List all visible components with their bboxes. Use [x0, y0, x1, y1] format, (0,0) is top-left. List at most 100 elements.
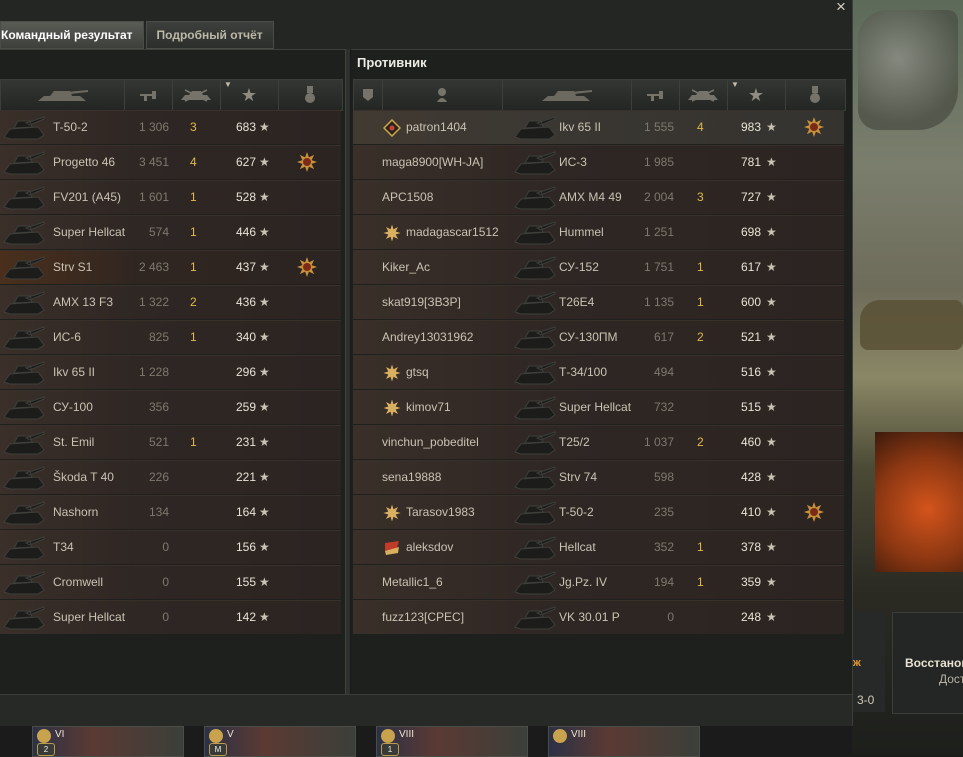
ally-row[interactable]: Ikv 65 II 1 228 296 ★: [0, 355, 341, 389]
vehicle-silhouette-icon: [3, 291, 45, 315]
medal-icon[interactable]: [804, 502, 824, 522]
col-squad[interactable]: [354, 80, 383, 110]
ally-row[interactable]: Progetto 46 3 451 4 627 ★: [0, 145, 341, 179]
kills-value: 3: [190, 120, 197, 134]
kills-value: 1: [190, 330, 197, 344]
player-name[interactable]: aleksdov: [406, 531, 453, 564]
col-damage[interactable]: [124, 80, 173, 110]
ally-row[interactable]: СУ-100 356 259 ★: [0, 390, 341, 424]
enemy-row[interactable]: patron1404 Ikv 65 II 1 555 4 983 ★: [353, 110, 844, 144]
vehicle-name: T-50-2: [559, 505, 594, 519]
xp-value: 296: [235, 365, 256, 379]
damage-value: 0: [162, 540, 169, 554]
medal-icon[interactable]: [804, 117, 824, 137]
xp-star-icon: ★: [766, 575, 777, 589]
kills-value: 1: [697, 575, 704, 589]
xp-star-icon: ★: [766, 400, 777, 414]
xp-star-icon: ★: [259, 295, 270, 309]
enemy-row[interactable]: aleksdov Hellcat 352 1 378 ★: [353, 530, 844, 564]
ally-row[interactable]: T-50-2 1 306 3 683 ★: [0, 110, 341, 144]
col-medals-enemy[interactable]: [785, 80, 845, 110]
carousel-vehicle-card[interactable]: VM: [204, 726, 356, 757]
ally-row[interactable]: Nashorn 134 164 ★: [0, 495, 341, 529]
col-kills-enemy[interactable]: [679, 80, 728, 110]
tab-team-result[interactable]: Командный результат: [0, 21, 144, 49]
close-icon[interactable]: ×: [836, 0, 846, 17]
player-name[interactable]: vinchun_pobeditel: [382, 426, 479, 459]
damage-value: 1 601: [138, 190, 169, 204]
damage-value: 598: [653, 470, 674, 484]
rank-diamond-icon: [383, 119, 401, 137]
xp-value: 617: [740, 260, 761, 274]
player-name[interactable]: maga8900[WH-JA]: [382, 146, 483, 179]
ally-row[interactable]: AMX 13 F3 1 322 2 436 ★: [0, 285, 341, 319]
carousel-vehicle-card[interactable]: VIII: [548, 726, 700, 757]
xp-value: 528: [235, 190, 256, 204]
medal-icon[interactable]: [297, 257, 317, 277]
col-vehicle-enemy[interactable]: [502, 80, 632, 110]
xp-star-icon: ★: [766, 225, 777, 239]
player-name[interactable]: Metallic1_6: [382, 566, 443, 599]
enemy-rows: patron1404 Ikv 65 II 1 555 4 983 ★ maga8900[WH…: [353, 110, 844, 635]
enemy-row[interactable]: Metallic1_6 Jg.Pz. IV 194 1 359 ★: [353, 565, 844, 599]
damage-value: 226: [148, 470, 169, 484]
player-name[interactable]: APC1508: [382, 181, 433, 214]
tab-detailed-report[interactable]: Подробный отчёт: [145, 21, 274, 49]
col-xp[interactable]: ▼ ★: [220, 80, 279, 110]
xp-value: 410: [740, 505, 761, 519]
enemy-row[interactable]: Andrey13031962 СУ-130ПМ 617 2 521 ★: [353, 320, 844, 354]
xp-value: 359: [740, 575, 761, 589]
player-name[interactable]: fuzz123[CPEC]: [382, 601, 464, 634]
player-name[interactable]: Andrey13031962: [382, 321, 473, 354]
enemy-row[interactable]: skat919[ЗВЗР] T26E4 1 135 1 600 ★: [353, 285, 844, 319]
col-kills[interactable]: [172, 80, 221, 110]
vehicle-name: Strv S1: [53, 260, 93, 274]
col-player[interactable]: [382, 80, 503, 110]
enemy-row[interactable]: maga8900[WH-JA] ИС-3 1 985 781 ★: [353, 145, 844, 179]
damage-value: 1 751: [643, 260, 674, 274]
player-name[interactable]: sena19888: [382, 461, 441, 494]
ally-row[interactable]: Super Hellcat 574 1 446 ★: [0, 215, 341, 249]
player-name[interactable]: kimov71: [406, 391, 451, 424]
damage-value: 352: [653, 540, 674, 554]
vehicle-carousel: VI 2 V M VIII 1 VIII: [0, 726, 852, 757]
col-vehicle[interactable]: [1, 80, 125, 110]
player-name[interactable]: Tarasov1983: [406, 496, 475, 529]
ally-row[interactable]: FV201 (A45) 1 601 1 528 ★: [0, 180, 341, 214]
player-name[interactable]: gtsq: [406, 356, 429, 389]
ally-row[interactable]: Strv S1 2 463 1 437 ★: [0, 250, 341, 284]
ally-row[interactable]: Škoda T 40 226 221 ★: [0, 460, 341, 494]
medal-icon[interactable]: [297, 152, 317, 172]
col-xp-enemy[interactable]: ▼ ★: [727, 80, 786, 110]
ally-row[interactable]: T34 0 156 ★: [0, 530, 341, 564]
player-name[interactable]: madagascar1512: [406, 216, 499, 249]
ally-row[interactable]: ИС-6 825 1 340 ★: [0, 320, 341, 354]
ally-row[interactable]: Super Hellcat 0 142 ★: [0, 600, 341, 634]
ally-row[interactable]: St. Emil 521 1 231 ★: [0, 425, 341, 459]
enemy-row[interactable]: vinchun_pobeditel T25/2 1 037 2 460 ★: [353, 425, 844, 459]
carousel-vehicle-card[interactable]: VI 2: [32, 726, 184, 757]
ally-row[interactable]: Cromwell 0 155 ★: [0, 565, 341, 599]
col-damage-enemy[interactable]: [631, 80, 680, 110]
enemy-row[interactable]: kimov71 Super Hellcat 732 515 ★: [353, 390, 844, 424]
player-name[interactable]: skat919[ЗВЗР]: [382, 286, 461, 319]
col-medals[interactable]: [278, 80, 342, 110]
player-name[interactable]: Kiker_Ac: [382, 251, 430, 284]
xp-star-icon: ★: [259, 505, 270, 519]
rank-star-icon: [383, 504, 401, 522]
enemy-row[interactable]: sena19888 Strv 74 598 428 ★: [353, 460, 844, 494]
carousel-vehicle-card[interactable]: VIII 1: [376, 726, 528, 757]
enemy-row[interactable]: gtsq Т-34/100 494 516 ★: [353, 355, 844, 389]
enemy-row[interactable]: fuzz123[CPEC] VK 30.01 P 0 248 ★: [353, 600, 844, 634]
restore-panel[interactable]: Восстанов Дост: [892, 612, 963, 714]
enemy-row[interactable]: APC1508 AMX M4 49 2 004 3 727 ★: [353, 180, 844, 214]
xp-value: 142: [235, 610, 256, 624]
enemy-row[interactable]: madagascar1512 Hummel 1 251 698 ★: [353, 215, 844, 249]
xp-value: 727: [740, 190, 761, 204]
vehicle-silhouette-icon: [3, 221, 45, 245]
enemy-row[interactable]: Kiker_Ac СУ-152 1 751 1 617 ★: [353, 250, 844, 284]
player-name[interactable]: patron1404: [406, 111, 467, 144]
kills-value: 3: [697, 190, 704, 204]
vehicle-silhouette-icon: [514, 396, 556, 420]
enemy-row[interactable]: Tarasov1983 T-50-2 235 410 ★: [353, 495, 844, 529]
